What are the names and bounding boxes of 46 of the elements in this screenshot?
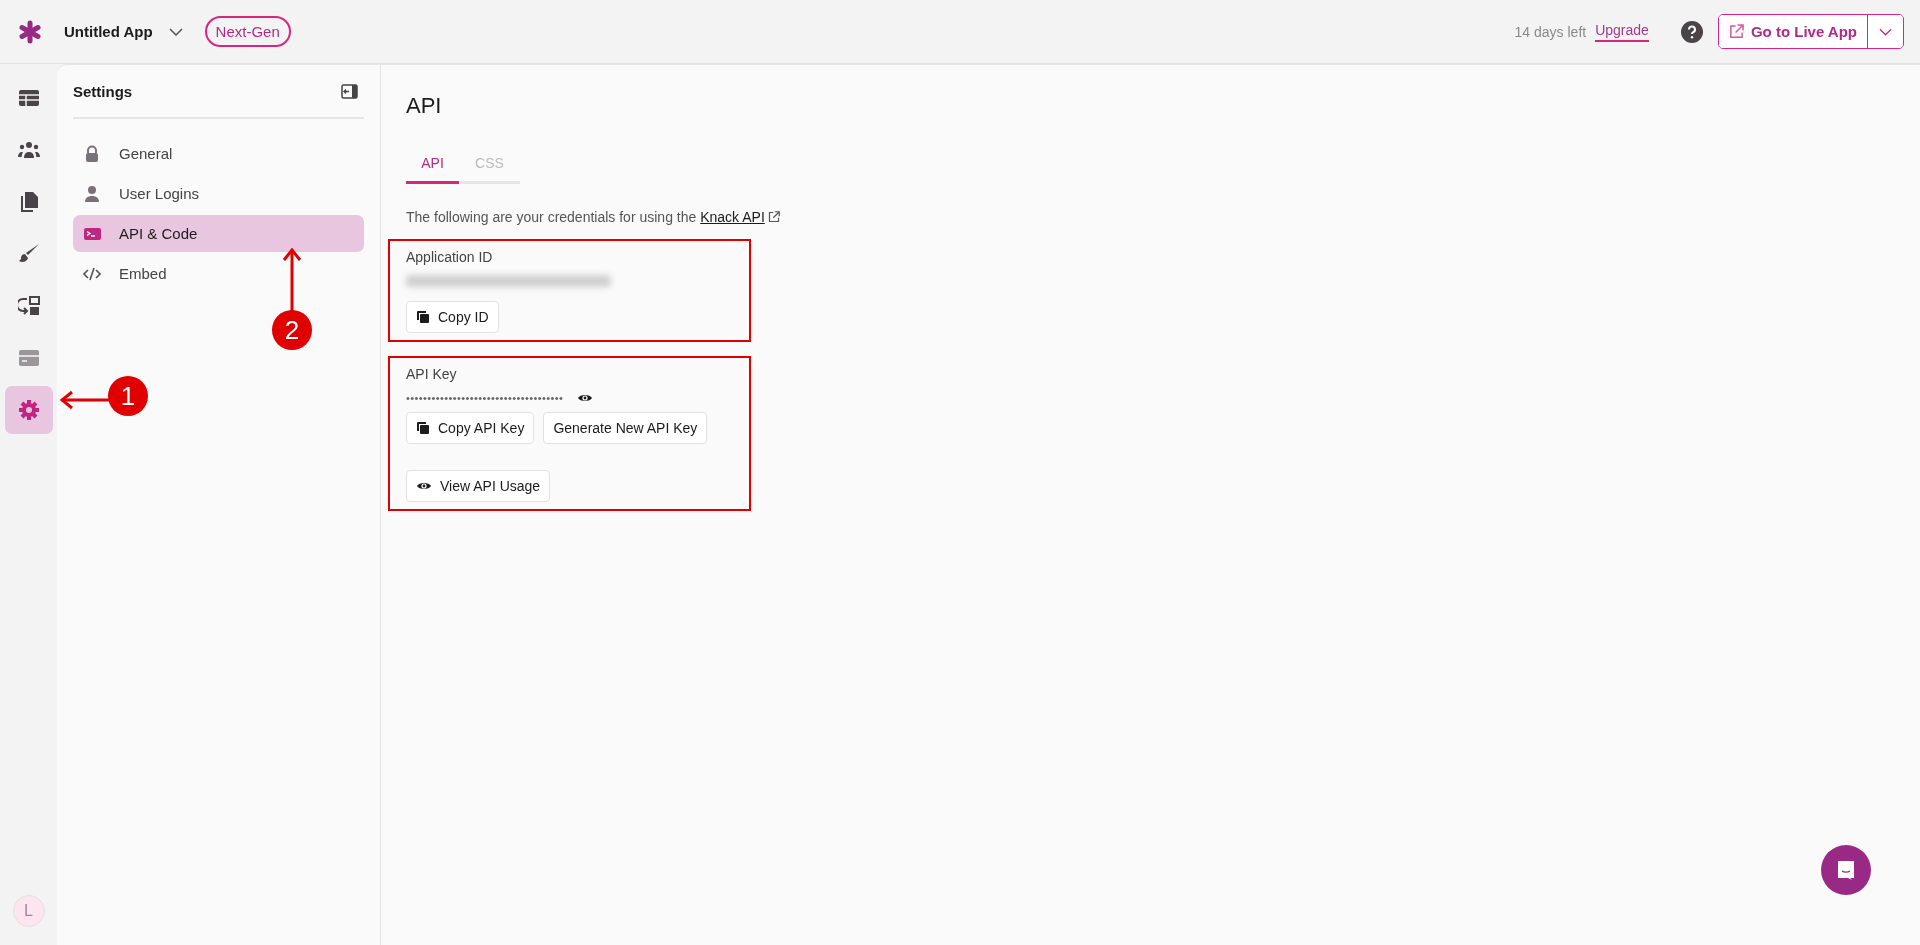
annotation-arrow — [282, 248, 302, 311]
tab[interactable]: API — [406, 149, 459, 184]
users-icon — [17, 139, 40, 161]
copy-icon — [416, 310, 430, 324]
credit-card-icon — [17, 347, 40, 369]
chevron-down-icon — [1879, 27, 1892, 36]
settings-menu-item[interactable]: User Logins — [73, 175, 364, 212]
nav-button[interactable] — [4, 386, 53, 434]
eye-icon — [577, 392, 594, 404]
user-icon — [83, 184, 101, 203]
upgrade-link[interactable]: Upgrade — [1595, 21, 1649, 42]
show-key-button[interactable] — [577, 392, 594, 404]
external-link-icon — [767, 211, 780, 223]
next-gen-badge: Next-Gen — [204, 16, 291, 47]
eye-icon — [416, 480, 432, 492]
table-icon — [17, 87, 40, 109]
workflow-icon — [17, 295, 40, 317]
settings-menu-item[interactable]: API & Code — [73, 215, 364, 252]
copy-icon — [416, 421, 430, 435]
field-label: API Key — [406, 366, 458, 382]
page-title: API — [406, 93, 443, 119]
chevron-down-icon — [168, 27, 183, 36]
panel-title: Settings — [73, 82, 133, 100]
intro-text: The following are your credentials for using the Knack API — [406, 209, 1895, 225]
settings-icon — [17, 399, 40, 421]
field-label: Application ID — [406, 249, 494, 265]
collapse-panel-button[interactable] — [341, 83, 358, 99]
chat-icon — [1835, 859, 1857, 881]
collapse-icon — [341, 83, 358, 99]
paintbrush-icon — [17, 243, 40, 265]
knack-api-link[interactable]: Knack API — [700, 209, 765, 225]
action-button[interactable]: Generate New API Key — [543, 412, 708, 444]
trial-text: 14 days left — [1514, 23, 1587, 40]
external-link-icon — [1728, 24, 1744, 39]
masked-key: ••••••••••••••••••••••••••••••••••••• — [406, 392, 564, 404]
logo-icon — [18, 19, 42, 44]
app-name: Untitled App — [64, 23, 153, 40]
action-button[interactable]: View API Usage — [406, 470, 551, 502]
action-button[interactable]: Copy ID — [406, 301, 499, 333]
action-button[interactable]: Copy API Key — [406, 412, 535, 444]
help-icon[interactable] — [1680, 20, 1703, 43]
settings-menu-item[interactable]: General — [73, 135, 364, 172]
live-app-menu-button[interactable] — [1867, 15, 1903, 48]
annotation-arrow — [60, 390, 109, 410]
lock-icon — [83, 144, 101, 163]
settings-menu-item[interactable]: Embed — [73, 255, 364, 292]
